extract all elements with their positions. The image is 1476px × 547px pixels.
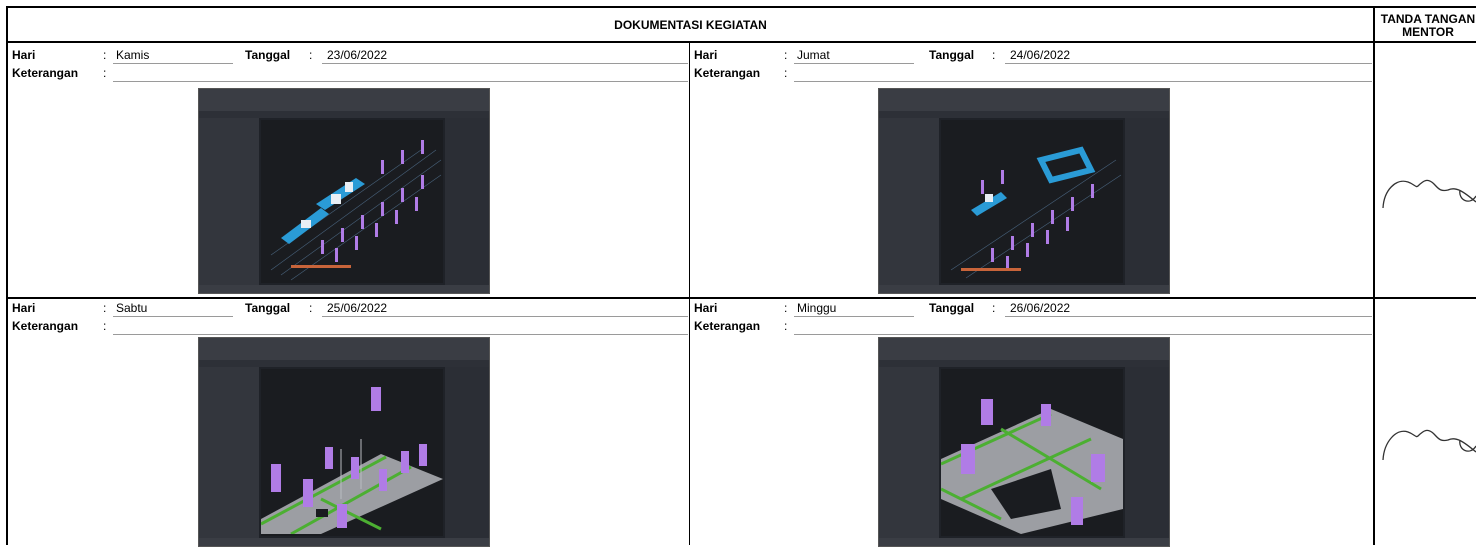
colon: : [103, 301, 107, 315]
activity-screenshot [198, 88, 490, 294]
colon: : [103, 48, 107, 62]
hari-label: Hari [694, 301, 718, 315]
underline [113, 334, 688, 335]
activity-screenshot [878, 337, 1170, 547]
underline [113, 63, 233, 64]
page-title: DOKUMENTASI KEGIATAN [6, 6, 1373, 43]
underline [794, 81, 1372, 82]
hari-label: Hari [694, 48, 718, 62]
tanggal-label: Tanggal [245, 301, 291, 315]
signature-column-divider [1373, 43, 1375, 545]
keterangan-label: Keterangan [12, 319, 79, 333]
hari-value: Minggu [797, 301, 837, 315]
colon: : [784, 301, 788, 315]
documentation-sheet: DOKUMENTASI KEGIATAN TANDA TANGAN MENTOR… [0, 0, 1476, 547]
colon: : [992, 48, 996, 62]
colon: : [784, 319, 788, 333]
underline [113, 316, 233, 317]
hari-label: Hari [12, 301, 36, 315]
middle-divider [689, 43, 690, 545]
activity-screenshot [198, 337, 490, 547]
model-render [950, 146, 1122, 279]
tanggal-label: Tanggal [929, 301, 975, 315]
mentor-signature-header: TANDA TANGAN MENTOR [1373, 6, 1476, 43]
hari-value: Sabtu [116, 301, 148, 315]
keterangan-label: Keterangan [12, 66, 79, 80]
underline [1005, 63, 1372, 64]
row-divider [6, 297, 1476, 299]
model-render [940, 399, 1123, 534]
hari-label: Hari [12, 48, 36, 62]
mentor-signature [1382, 429, 1476, 461]
underline [794, 316, 914, 317]
colon: : [103, 66, 107, 80]
keterangan-label: Keterangan [694, 319, 761, 333]
model-render [260, 387, 443, 536]
colon: : [309, 301, 313, 315]
tanggal-value: 23/06/2022 [327, 48, 388, 62]
underline [322, 316, 688, 317]
colon: : [992, 301, 996, 315]
colon: : [784, 66, 788, 80]
colon: : [784, 48, 788, 62]
underline [113, 81, 688, 82]
tanggal-value: 26/06/2022 [1010, 301, 1071, 315]
tanggal-label: Tanggal [245, 48, 291, 62]
mentor-signature [1382, 179, 1476, 209]
underline [794, 334, 1372, 335]
signature-header-line2: MENTOR [1402, 25, 1454, 39]
tanggal-label: Tanggal [929, 48, 975, 62]
hari-value: Jumat [797, 48, 830, 62]
activity-screenshot [878, 88, 1170, 294]
underline [1005, 316, 1372, 317]
keterangan-label: Keterangan [694, 66, 761, 80]
underline [322, 63, 688, 64]
model-render [270, 140, 442, 281]
left-border [6, 43, 8, 545]
tanggal-value: 25/06/2022 [327, 301, 388, 315]
colon: : [103, 319, 107, 333]
tanggal-value: 24/06/2022 [1010, 48, 1071, 62]
colon: : [309, 48, 313, 62]
underline [794, 63, 914, 64]
hari-value: Kamis [116, 48, 150, 62]
